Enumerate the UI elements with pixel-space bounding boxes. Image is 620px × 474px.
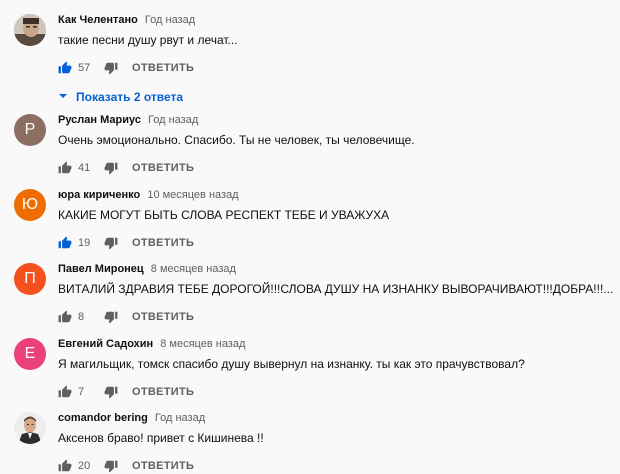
thumb-down-icon[interactable] (104, 459, 118, 473)
avatar-letter: П (24, 270, 36, 287)
reply-button[interactable]: ОТВЕТИТЬ (132, 460, 194, 472)
like-count: 20 (78, 460, 91, 472)
author-name[interactable]: Евгений Садохин (58, 338, 153, 350)
chevron-down-icon (58, 90, 68, 104)
like-count: 57 (78, 62, 91, 74)
comment-text: Аксенов браво! привет с Кишинева !! (58, 431, 264, 445)
like-count: 7 (78, 386, 85, 398)
show-replies-button[interactable]: Показать 2 ответа (58, 90, 183, 104)
comment-text: Очень эмоционально. Спасибо. Ты не челов… (58, 133, 415, 147)
thumb-down-icon[interactable] (104, 61, 118, 75)
comment-time[interactable]: Год назад (148, 114, 198, 126)
thumb-up-icon[interactable] (58, 385, 72, 399)
reply-button[interactable]: ОТВЕТИТЬ (132, 386, 194, 398)
comment-text: такие песни душу рвут и лечат... (58, 33, 238, 47)
reply-button[interactable]: ОТВЕТИТЬ (132, 311, 194, 323)
avatar[interactable]: Р (14, 114, 46, 146)
comment-time[interactable]: Год назад (155, 412, 205, 424)
reply-button[interactable]: ОТВЕТИТЬ (132, 62, 194, 74)
avatar[interactable]: Е (14, 338, 46, 370)
comment-text: КАКИЕ МОГУТ БЫТЬ СЛОВА РЕСПЕКТ ТЕБЕ И УВ… (58, 208, 390, 222)
thumb-up-icon[interactable] (58, 161, 72, 175)
thumb-up-icon[interactable] (58, 61, 72, 75)
comment-time[interactable]: 8 месяцев назад (160, 338, 245, 350)
avatar-photo (14, 412, 46, 444)
thumb-down-icon[interactable] (104, 161, 118, 175)
avatar[interactable]: Ю (14, 189, 46, 221)
avatar-letter: Ю (21, 196, 39, 213)
avatar-photo (14, 14, 46, 46)
thumb-down-icon[interactable] (104, 236, 118, 250)
avatar-letter: Р (24, 121, 36, 138)
thumb-down-icon[interactable] (104, 385, 118, 399)
comment-time[interactable]: Год назад (145, 14, 195, 26)
thumb-up-icon[interactable] (58, 310, 72, 324)
thumb-up-icon[interactable] (58, 236, 72, 250)
reply-button[interactable]: ОТВЕТИТЬ (132, 162, 194, 174)
comment-time[interactable]: 8 месяцев назад (151, 263, 236, 275)
thumb-up-icon[interactable] (58, 459, 72, 473)
avatar[interactable]: П (14, 263, 46, 295)
author-name[interactable]: Руслан Мариус (58, 114, 141, 126)
comment-text: ВИТАЛИЙ ЗДРАВИЯ ТЕБЕ ДОРОГОЙ!!!СЛОВА ДУШ… (58, 282, 614, 296)
show-replies-label: Показать 2 ответа (76, 90, 184, 104)
author-name[interactable]: Как Челентано (58, 14, 138, 26)
like-count: 8 (78, 311, 85, 323)
reply-button[interactable]: ОТВЕТИТЬ (132, 237, 194, 249)
comment-time[interactable]: 10 месяцев назад (147, 189, 238, 201)
avatar[interactable] (14, 412, 46, 444)
comment-text: Я магильщик, томск спасибо душу вывернул… (58, 357, 525, 371)
avatar[interactable] (14, 14, 46, 46)
like-count: 41 (78, 162, 91, 174)
author-name[interactable]: юра кириченко (58, 189, 140, 201)
author-name[interactable]: comandor bering (58, 412, 148, 424)
avatar-letter: Е (24, 345, 36, 362)
like-count: 19 (78, 237, 91, 249)
thumb-down-icon[interactable] (104, 310, 118, 324)
author-name[interactable]: Павел Миронец (58, 263, 144, 275)
